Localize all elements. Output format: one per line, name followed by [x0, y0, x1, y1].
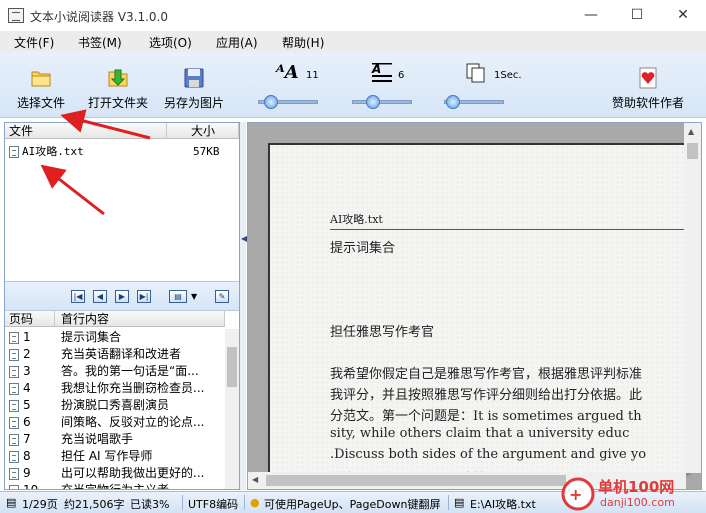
svg-text:+: +: [569, 485, 582, 504]
annotation-arrows: [40, 109, 151, 216]
watermark-site-url: danji100.com: [600, 496, 675, 509]
watermark-logo-icon: +: [561, 477, 595, 511]
status-read-percent: 已读3%: [130, 498, 170, 511]
status-file-path: E:\AI攻略.txt: [470, 498, 536, 511]
status-separator: [448, 495, 449, 510]
status-separator: [244, 495, 245, 510]
status-separator: [182, 495, 183, 510]
status-page: 1/29页: [22, 498, 58, 511]
status-char-count: 约21,506字: [64, 498, 125, 511]
status-encoding: UTF8编码: [188, 498, 239, 511]
watermark-site-name: 单机100网: [598, 478, 675, 496]
site-watermark: + 单机100网 danji100.com: [560, 474, 706, 513]
lightbulb-icon: ●: [250, 496, 260, 509]
arrow-to-file-item: [40, 164, 105, 216]
status-tip: 可使用PageUp、PageDown键翻屏: [264, 498, 441, 511]
status-book-icon: ▤: [6, 496, 17, 509]
status-file-icon: ▤: [454, 496, 465, 509]
arrow-to-select-file: [60, 109, 151, 140]
